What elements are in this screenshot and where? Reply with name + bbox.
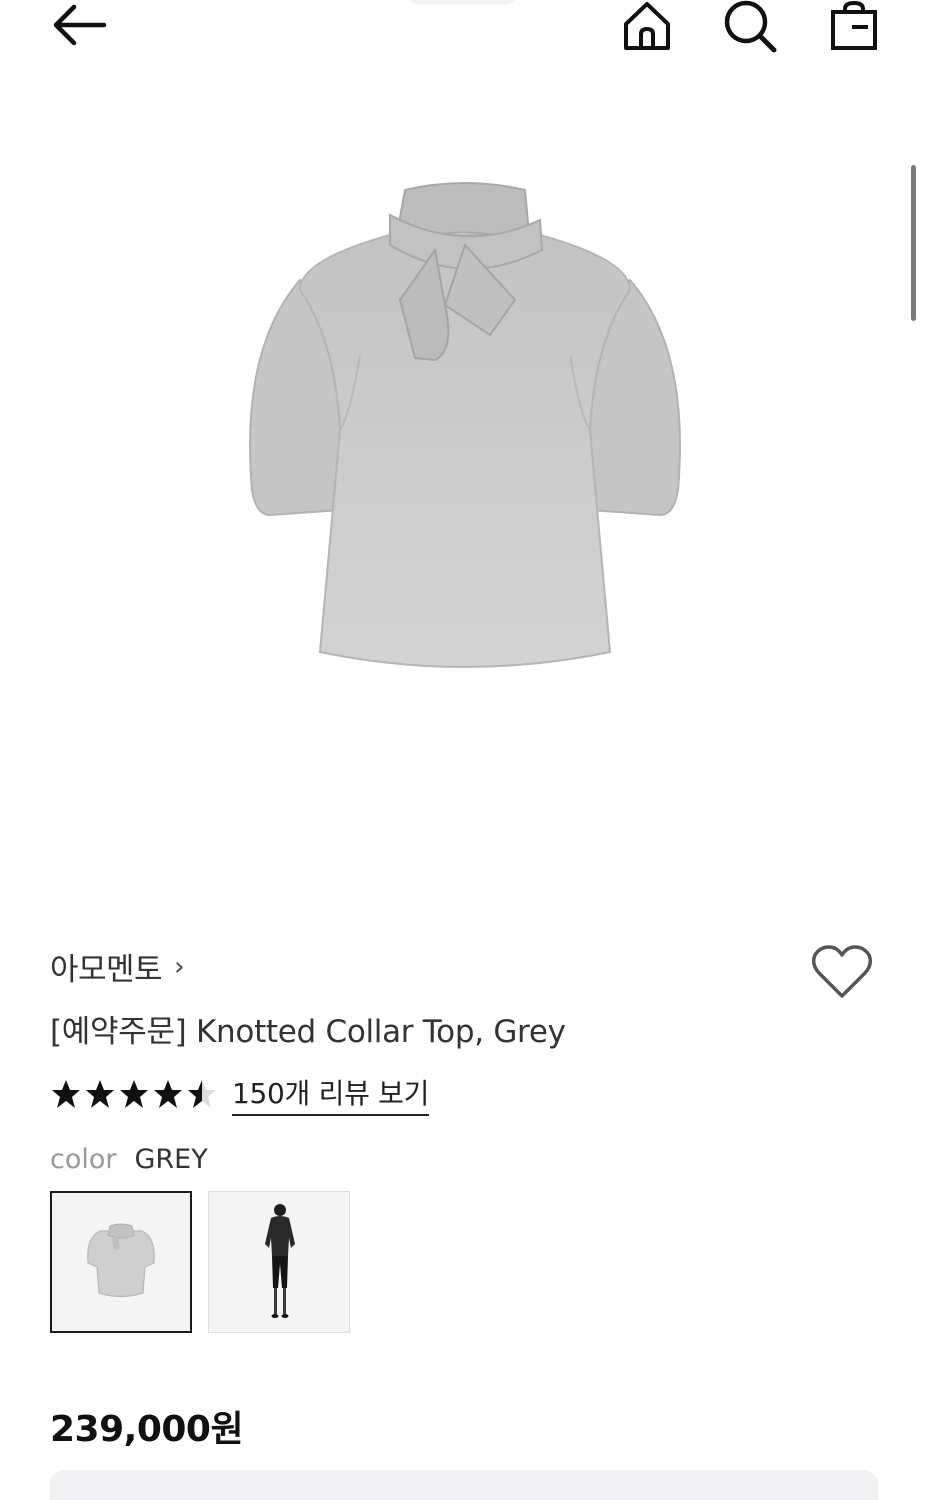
search-button[interactable] (722, 0, 778, 56)
thumbnail-model[interactable] (208, 1191, 350, 1333)
home-icon (624, 2, 670, 50)
star-icon (120, 1080, 148, 1108)
product-image-area[interactable] (0, 60, 926, 920)
color-row: color GREY (50, 1144, 208, 1175)
thumbnail-model-image (265, 1204, 295, 1318)
color-value: GREY (134, 1144, 208, 1175)
search-icon (724, 0, 777, 53)
heart-icon (811, 945, 873, 998)
home-button[interactable] (620, 0, 674, 54)
shopping-bag-icon (831, 0, 877, 50)
back-button[interactable] (50, 2, 110, 48)
star-rating (50, 1078, 218, 1110)
rating-row: 150개 리뷰 보기 (50, 1072, 429, 1116)
star-icon (52, 1080, 80, 1108)
product-title: [예약주문] Knotted Collar Top, Grey (50, 1014, 566, 1050)
thumbnail-product-selected[interactable] (50, 1191, 192, 1333)
cart-button[interactable] (828, 0, 882, 54)
status-notch (408, 0, 516, 2)
arrow-left-icon (53, 4, 107, 46)
reviews-link[interactable]: 150개 리뷰 보기 (232, 1072, 429, 1116)
star-icon (86, 1080, 114, 1108)
product-price: 239,000원 (50, 1409, 244, 1450)
top-nav-bar (0, 0, 926, 60)
chevron-right-icon: › (174, 951, 184, 982)
star-icon (154, 1080, 182, 1108)
half-star-icon (188, 1080, 216, 1108)
product-image (249, 182, 681, 668)
purchase-bar[interactable] (50, 1470, 878, 1500)
wishlist-button[interactable] (810, 944, 874, 1002)
color-label: color (50, 1144, 117, 1175)
thumbnail-top-image (87, 1223, 155, 1298)
brand-link[interactable]: 아모멘토 › (50, 944, 184, 989)
brand-name: 아모멘토 (50, 952, 163, 988)
